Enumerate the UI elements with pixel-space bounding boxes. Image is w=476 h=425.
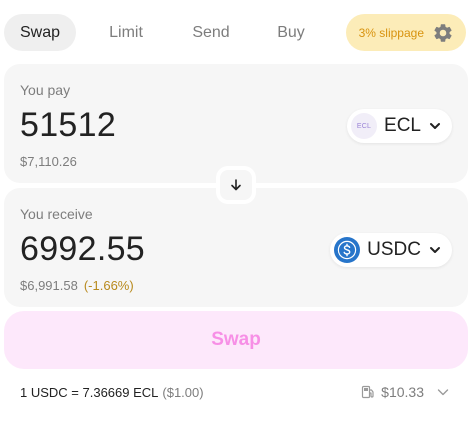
quote-footer: 1 USDC = 7.36669 ECL ($1.00) $10.33 (20, 384, 450, 403)
tab-buy[interactable]: Buy (266, 14, 316, 51)
slippage-label: 3% slippage (358, 25, 424, 40)
pay-fiat-value: $7,110.26 (20, 154, 77, 169)
exchange-rate[interactable]: 1 USDC = 7.36669 ECL ($1.00) (20, 385, 204, 400)
switch-tokens-button[interactable] (216, 166, 256, 204)
tab-limit[interactable]: Limit (96, 14, 156, 51)
receive-label: You receive (20, 206, 93, 222)
chevron-down-icon (437, 389, 449, 396)
pay-token-symbol: ECL (384, 115, 421, 136)
pay-label: You pay (20, 82, 71, 98)
pay-amount-input[interactable]: 51512 (20, 106, 116, 145)
receive-amount[interactable]: 6992.55 (20, 230, 145, 269)
gas-pump-icon (362, 385, 374, 399)
nav-tabs: Swap Limit Send Buy 3% slippage (4, 14, 466, 52)
tab-swap[interactable]: Swap (4, 14, 76, 51)
arrow-down-icon (231, 179, 241, 191)
tab-send[interactable]: Send (182, 14, 240, 51)
gear-icon (434, 23, 452, 42)
chevron-down-icon (430, 247, 440, 253)
slippage-settings-button[interactable]: 3% slippage (346, 14, 466, 51)
swap-button[interactable]: Swap (4, 311, 468, 369)
chevron-down-icon (430, 123, 440, 129)
receive-panel: You receive 6992.55 $6,991.58 (-1.66%) US… (4, 188, 468, 307)
pay-token-selector[interactable]: ECL ECL (347, 109, 452, 143)
ecl-token-icon: ECL (351, 113, 378, 139)
receive-fiat-value: $6,991.58 (20, 278, 78, 293)
receive-token-selector[interactable]: USDC (330, 233, 452, 267)
receive-token-symbol: USDC (367, 239, 421, 260)
gas-fee-toggle[interactable]: $10.33 (361, 384, 450, 400)
usdc-token-icon (334, 237, 361, 263)
exchange-rate-usd: ($1.00) (162, 385, 204, 400)
receive-fiat: $6,991.58 (-1.66%) (20, 278, 134, 293)
exchange-rate-value: 1 USDC = 7.36669 ECL (20, 385, 159, 400)
price-impact: (-1.66%) (83, 278, 134, 293)
gas-fee-value: $10.33 (381, 384, 424, 400)
